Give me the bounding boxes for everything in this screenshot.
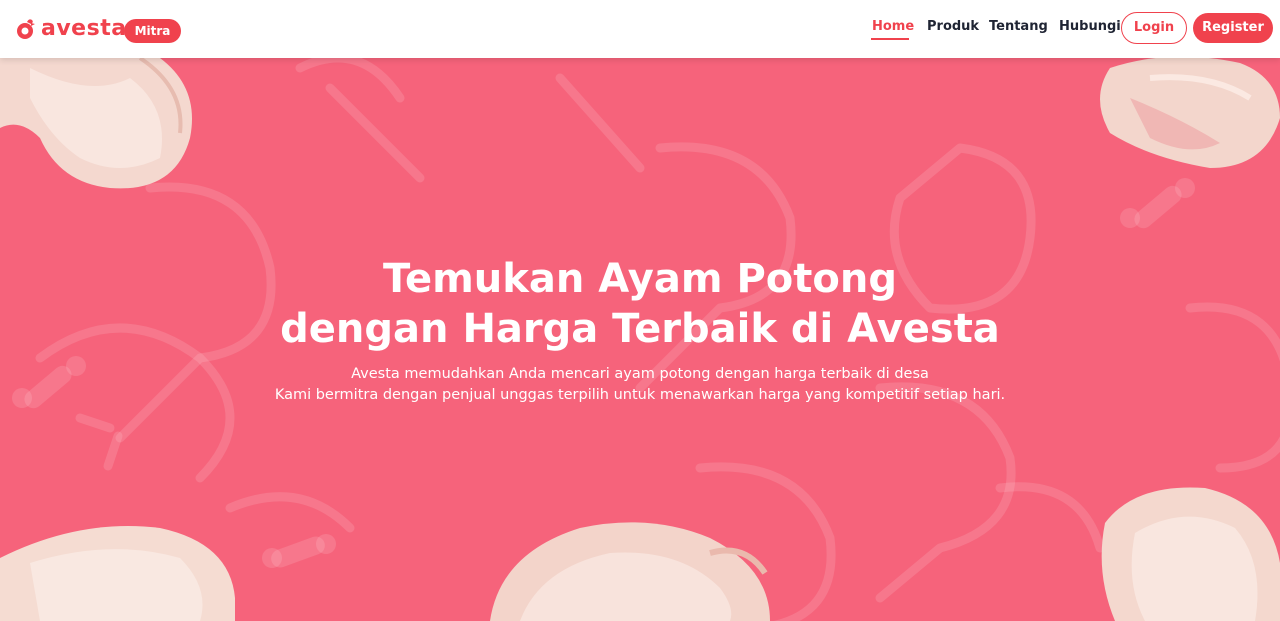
raw-chicken-drumstick-image bbox=[0, 58, 192, 189]
brand-logo[interactable]: avesta bbox=[14, 14, 127, 44]
raw-chicken-thigh-image bbox=[1101, 487, 1280, 621]
hero-subtitle-line: Kami bermitra dengan penjual unggas terp… bbox=[274, 387, 1006, 403]
brand-name: avesta bbox=[41, 16, 127, 41]
raw-chicken-thigh-image bbox=[0, 526, 235, 621]
hero-title: Temukan Ayam Potong dengan Harga Terbaik… bbox=[0, 254, 1280, 354]
hero-section: Temukan Ayam Potong dengan Harga Terbaik… bbox=[0, 58, 1280, 621]
login-button[interactable]: Login bbox=[1121, 12, 1187, 44]
register-button[interactable]: Register bbox=[1193, 13, 1273, 43]
nav-tentang[interactable]: Tentang bbox=[989, 18, 1048, 35]
hero-title-line: Temukan Ayam Potong bbox=[383, 256, 897, 302]
nav-home[interactable]: Home bbox=[872, 18, 914, 35]
chicken-logo-icon bbox=[17, 19, 35, 39]
hero-subtitle-line: Avesta memudahkan Anda mencari ayam poto… bbox=[351, 366, 929, 382]
nav-produk[interactable]: Produk bbox=[927, 18, 979, 35]
nav-hubungi[interactable]: Hubungi bbox=[1059, 18, 1121, 35]
raw-whole-chicken-image bbox=[490, 522, 770, 621]
navbar: avesta Mitra Home Produk Tentang Hubungi… bbox=[0, 0, 1280, 58]
hero-title-line: dengan Harga Terbaik di Avesta bbox=[280, 306, 1000, 352]
active-nav-indicator bbox=[871, 38, 909, 40]
hero-subtitle: Avesta memudahkan Anda mencari ayam poto… bbox=[0, 364, 1280, 406]
raw-chicken-thigh-image bbox=[1100, 58, 1280, 168]
mitra-badge[interactable]: Mitra bbox=[124, 19, 181, 43]
